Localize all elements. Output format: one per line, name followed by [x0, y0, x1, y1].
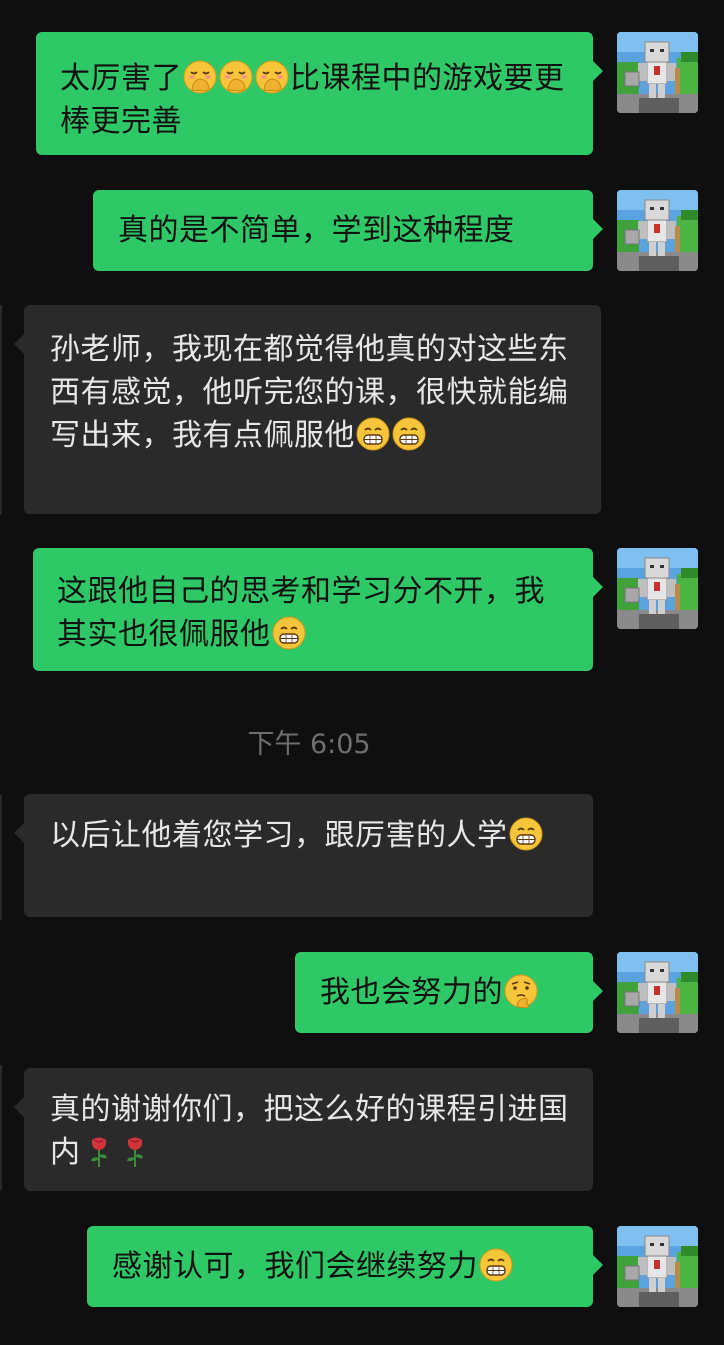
message-bubble-sent[interactable]: 太厉害了 比课程中的游戏要更棒更完善	[36, 32, 603, 155]
message-bubble-received[interactable]: 孙老师，我现在都觉得他真的对这些东西有感觉，他听完您的课，很快就能编写出来，我有…	[14, 305, 601, 514]
hand-over-mouth-emoji	[219, 60, 253, 94]
left-edge-mark	[0, 1065, 2, 1190]
robot-avatar-icon	[617, 1226, 698, 1307]
grin-emoji	[272, 616, 305, 650]
message-bubble-sent[interactable]: 真的是不简单，学到这种程度	[93, 190, 603, 271]
message-bubble-received[interactable]: 真的谢谢你们，把这么好的课程引进国内	[14, 1068, 593, 1191]
robot-avatar-icon	[617, 190, 698, 271]
message-text: 感谢认可，我们会继续努力	[112, 1249, 478, 1284]
message-bubble-received[interactable]: 以后让他着您学习，跟厉害的人学	[14, 794, 593, 917]
robot-avatar-icon	[617, 548, 698, 629]
hand-over-mouth-emoji	[255, 60, 289, 94]
avatar[interactable]	[617, 190, 698, 271]
robot-avatar-icon	[617, 952, 698, 1033]
left-edge-mark	[0, 795, 2, 920]
message-text: 以后让他着您学习，跟厉害的人学	[50, 818, 508, 853]
grin-emoji	[356, 417, 390, 451]
rose-emoji	[90, 1137, 107, 1167]
chat-view: 太厉害了 比课程中的游戏要更棒更完善 真的是不简单，学到这种程度 孙老师，我现在都…	[0, 0, 724, 1345]
thinking-emoji	[504, 974, 538, 1008]
message-text: 孙老师，我现在都觉得他真的对这些东西有感觉，他听完您的课，很快就能编写出来，我有…	[50, 332, 569, 453]
grin-emoji	[479, 1248, 513, 1282]
avatar[interactable]	[617, 952, 698, 1033]
message-bubble-sent[interactable]: 感谢认可，我们会继续努力	[87, 1226, 603, 1307]
message-bubble-sent[interactable]: 我也会努力的	[295, 952, 603, 1033]
grin-emoji	[509, 817, 542, 851]
grin-emoji	[392, 417, 426, 451]
hand-over-mouth-emoji	[183, 60, 217, 94]
avatar[interactable]	[617, 1226, 698, 1307]
left-edge-mark	[0, 305, 2, 515]
message-bubble-sent[interactable]: 这跟他自己的思考和学习分不开，我其实也很佩服他	[33, 548, 603, 671]
rose-emoji	[126, 1137, 143, 1167]
avatar[interactable]	[617, 32, 698, 113]
timestamp: 下午 6:05	[247, 729, 371, 760]
message-text: 太厉害了	[60, 61, 182, 96]
robot-avatar-icon	[617, 32, 698, 113]
message-text: 我也会努力的	[320, 975, 503, 1010]
message-text: 真的是不简单，学到这种程度	[118, 213, 515, 248]
avatar[interactable]	[617, 548, 698, 629]
